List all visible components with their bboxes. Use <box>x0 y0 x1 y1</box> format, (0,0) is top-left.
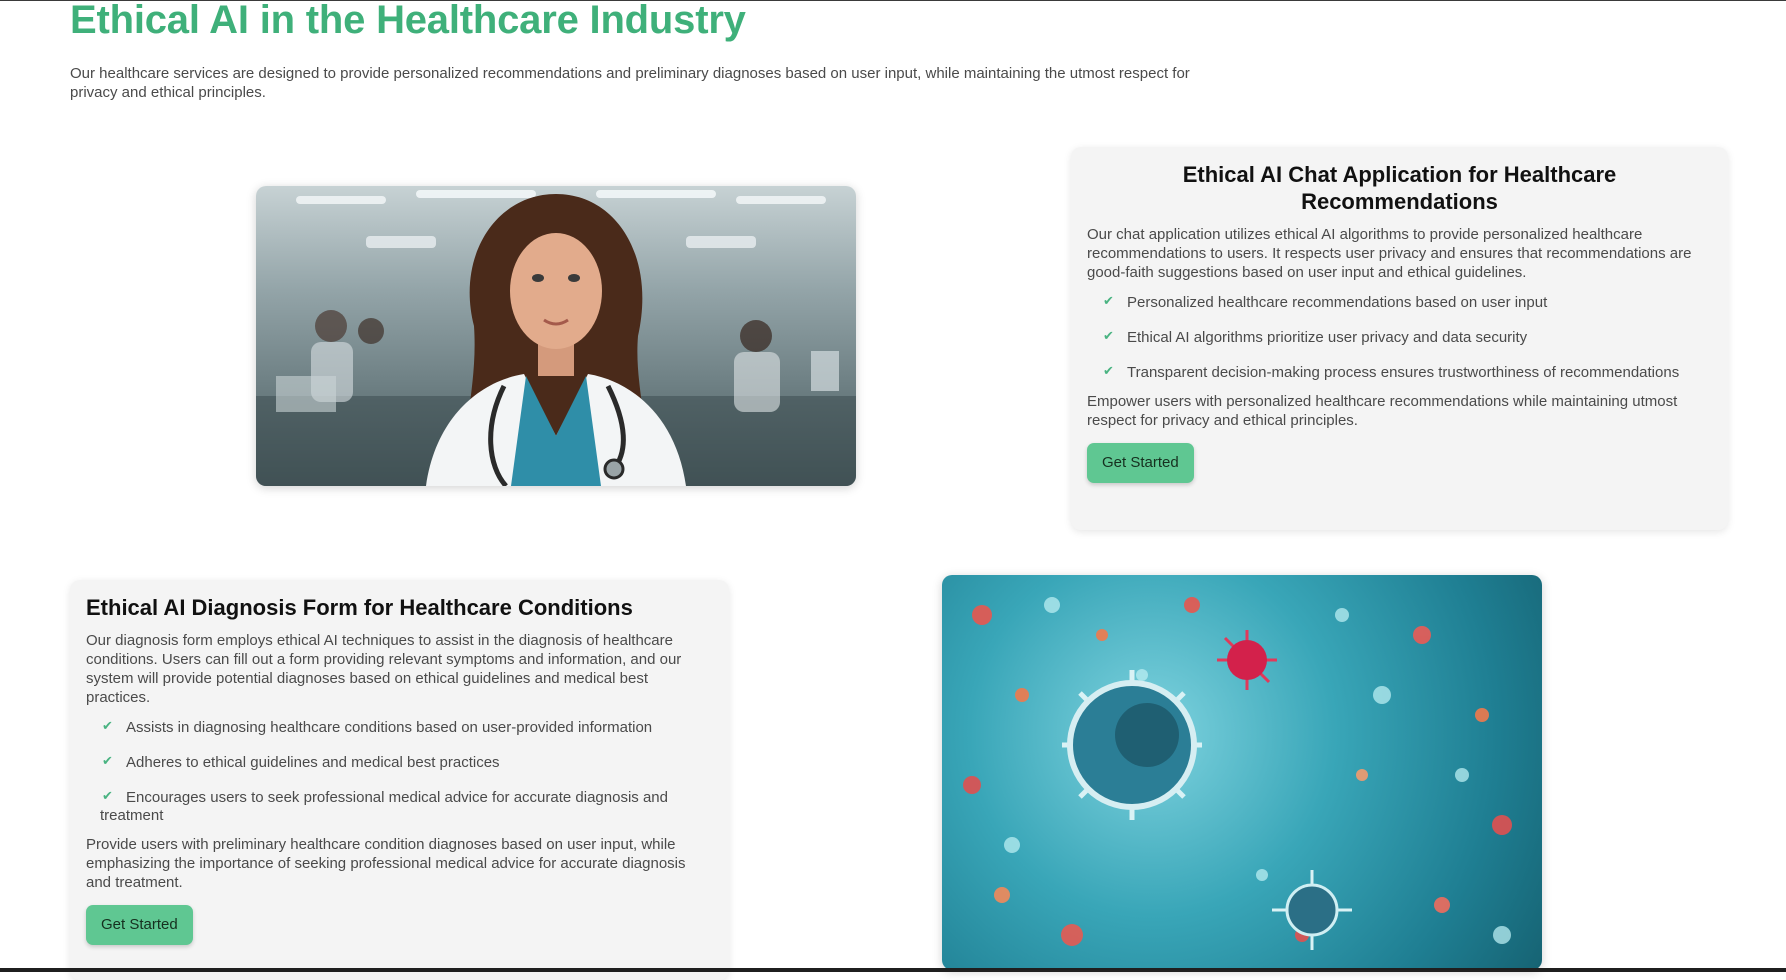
page-intro: Our healthcare services are designed to … <box>70 65 1190 101</box>
diagnosis-card-title: Ethical AI Diagnosis Form for Healthcare… <box>86 595 633 620</box>
check-icon: ✔ <box>1103 363 1114 378</box>
feature-text: Encourages users to seek professional me… <box>100 789 668 824</box>
chat-card-title: Ethical AI Chat Application for Healthca… <box>1182 162 1617 214</box>
doctor-photo <box>256 186 856 486</box>
doctor-illustration <box>256 190 856 486</box>
check-icon: ✔ <box>1103 328 1114 343</box>
chat-feature-list: ✔ Personalized healthcare recommendations… <box>1087 292 1712 382</box>
virus-illustration <box>963 597 1512 950</box>
page-title: Ethical AI in the Healthcare Industry <box>70 0 746 42</box>
chat-get-started-button[interactable]: Get Started <box>1087 443 1194 483</box>
check-icon: ✔ <box>102 718 113 733</box>
feature-text: Adheres to ethical guidelines and medica… <box>126 754 500 771</box>
feature-text: Assists in diagnosing healthcare conditi… <box>126 719 653 736</box>
bottom-divider <box>0 968 1786 972</box>
list-item: ✔ Personalized healthcare recommendations… <box>1101 292 1712 312</box>
feature-text: Personalized healthcare recommendations … <box>1127 294 1548 311</box>
diagnosis-get-started-button[interactable]: Get Started <box>86 905 193 945</box>
feature-text: Ethical AI algorithms prioritize user pr… <box>1127 329 1528 346</box>
check-icon: ✔ <box>1103 293 1114 308</box>
diagnosis-form-card: Ethical AI Diagnosis Form for Healthcare… <box>70 580 729 980</box>
virus-photo <box>942 575 1542 970</box>
chat-application-card: Ethical AI Chat Application for Healthca… <box>1071 147 1728 530</box>
chat-card-note: Empower users with personalized healthca… <box>1087 393 1678 429</box>
list-item: ✔ Transparent decision-making process ens… <box>1101 362 1712 382</box>
check-icon: ✔ <box>102 788 113 803</box>
chat-card-description: Our chat application utilizes ethical AI… <box>1087 226 1692 281</box>
list-item: ✔ Adheres to ethical guidelines and medic… <box>100 752 713 772</box>
diagnosis-card-description: Our diagnosis form employs ethical AI te… <box>86 632 682 706</box>
list-item: ✔ Assists in diagnosing healthcare condit… <box>100 717 713 737</box>
list-item: ✔ Ethical AI algorithms prioritize user p… <box>1101 327 1712 347</box>
feature-text: Transparent decision-making process ensu… <box>1127 364 1680 381</box>
check-icon: ✔ <box>102 753 113 768</box>
diagnosis-feature-list: ✔ Assists in diagnosing healthcare condit… <box>86 717 713 825</box>
diagnosis-card-note: Provide users with preliminary healthcar… <box>86 836 686 891</box>
list-item: ✔ Encourages users to seek professional m… <box>100 787 713 825</box>
